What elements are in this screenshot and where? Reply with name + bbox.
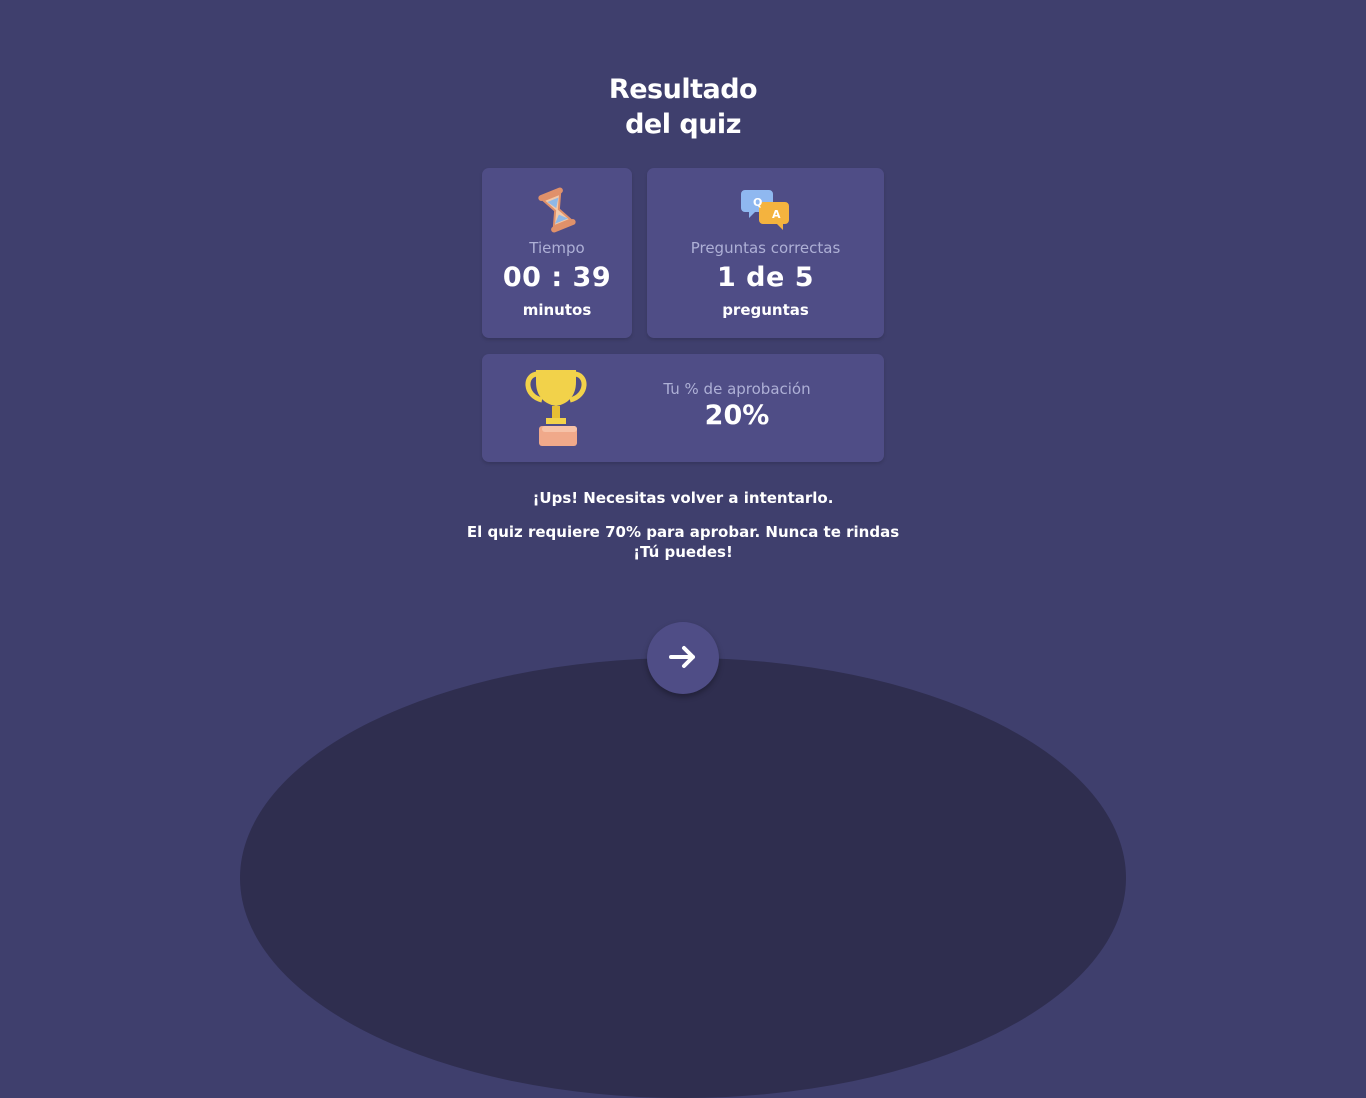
result-message-line2: ¡Tú puedes!	[633, 543, 733, 561]
hourglass-icon	[535, 186, 579, 238]
svg-text:A: A	[772, 208, 781, 221]
approval-value: 20%	[704, 400, 770, 431]
correct-answers-label: Preguntas correctas	[690, 239, 841, 257]
trophy-icon	[522, 366, 594, 454]
time-card: Tiempo 00 : 39 minutos	[482, 168, 632, 338]
next-button[interactable]	[647, 622, 719, 694]
result-message-line1: El quiz requiere 70% para aprobar. Nunca…	[466, 523, 900, 541]
correct-answers-unit: preguntas	[722, 301, 809, 319]
svg-text:Q: Q	[753, 196, 762, 209]
chat-bubbles-icon: Q A	[740, 186, 791, 234]
bottom-arc-decoration	[240, 658, 1126, 1098]
page-title-line1: Resultado	[608, 74, 758, 105]
page-title-line2: del quiz	[625, 109, 741, 140]
approval-score-card: Tu % de aprobación 20%	[482, 354, 884, 462]
page-title: Resultado del quiz	[0, 72, 1366, 142]
time-value: 00 : 39	[502, 262, 612, 293]
result-headline: ¡Ups! Necesitas volver a intentarlo.	[532, 489, 834, 507]
time-label: Tiempo	[529, 239, 585, 257]
arrow-right-icon	[667, 641, 699, 676]
correct-answers-card: Q A Preguntas correctas 1 de 5 preguntas	[647, 168, 884, 338]
correct-answers-value: 1 de 5	[716, 262, 814, 293]
time-unit: minutos	[522, 301, 592, 319]
result-message: El quiz requiere 70% para aprobar. Nunca…	[0, 522, 1366, 562]
approval-label: Tu % de aprobación	[663, 380, 811, 398]
